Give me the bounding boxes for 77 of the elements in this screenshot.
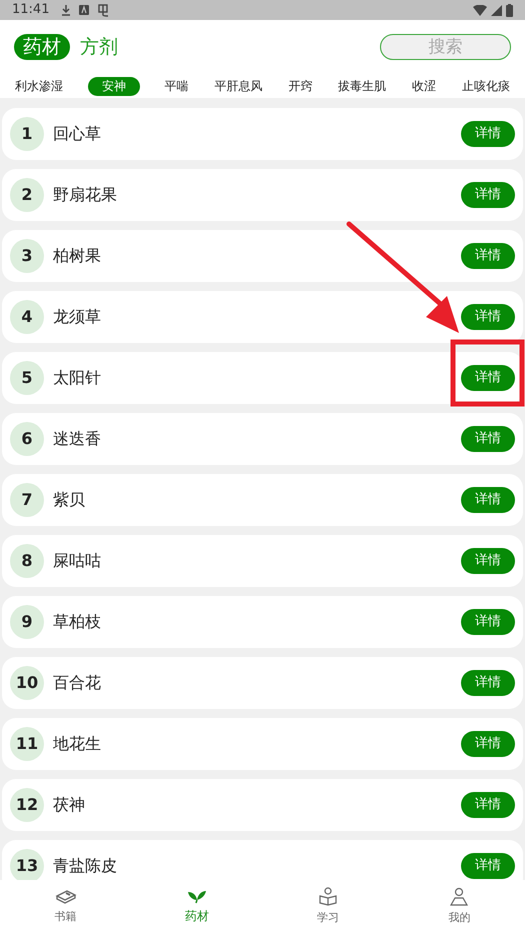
category-tab[interactable]: 止咳化痰	[460, 76, 511, 96]
wifi-icon	[473, 4, 487, 16]
category-tab[interactable]: 平喘	[164, 76, 190, 96]
category-tab[interactable]: 安神	[88, 76, 140, 96]
category-tab[interactable]: 利水渗湿	[14, 76, 64, 96]
herb-name: 紫贝	[53, 489, 85, 511]
nav-tab[interactable]: 药材	[131, 880, 262, 933]
details-button[interactable]: 详情	[461, 304, 515, 330]
nav-tab[interactable]: 学习	[262, 880, 394, 933]
bug-icon	[97, 4, 110, 16]
herb-card[interactable]: 2 野扇花果 详情	[2, 169, 523, 221]
herb-name: 屎咕咕	[53, 550, 101, 572]
signal-icon	[491, 4, 502, 16]
item-number: 13	[10, 849, 44, 880]
book-icon	[54, 888, 77, 906]
herb-card[interactable]: 10 百合花 详情	[2, 657, 523, 709]
category-tab[interactable]: 平肝息风	[214, 76, 264, 96]
herb-card[interactable]: 4 龙须草 详情	[2, 291, 523, 343]
leaf-icon	[186, 888, 207, 904]
herb-name: 百合花	[53, 672, 101, 694]
details-button[interactable]: 详情	[461, 487, 515, 513]
herb-name: 太阳针	[53, 367, 101, 389]
herb-name: 青盐陈皮	[53, 855, 117, 877]
item-number: 6	[10, 422, 44, 456]
item-number: 2	[10, 178, 44, 212]
details-button[interactable]: 详情	[461, 121, 515, 147]
item-number: 11	[10, 727, 44, 761]
herb-card[interactable]: 1 回心草 详情	[2, 108, 523, 160]
item-number: 1	[10, 117, 44, 151]
item-number: 7	[10, 483, 44, 517]
herb-name: 茯神	[53, 794, 85, 816]
herb-name: 回心草	[53, 123, 101, 145]
details-button[interactable]: 详情	[461, 182, 515, 208]
nav-tab[interactable]: 我的	[394, 880, 525, 933]
herb-name: 野扇花果	[53, 184, 117, 206]
details-button[interactable]: 详情	[461, 853, 515, 879]
item-number: 3	[10, 239, 44, 273]
item-number: 9	[10, 605, 44, 639]
details-button[interactable]: 详情	[461, 731, 515, 757]
item-number: 10	[10, 666, 44, 700]
mode-tab[interactable]: 方剂	[78, 34, 120, 60]
herb-name: 迷迭香	[53, 428, 101, 450]
details-button[interactable]: 详情	[461, 243, 515, 269]
details-button[interactable]: 详情	[461, 365, 515, 391]
battery-icon	[506, 4, 513, 16]
details-button[interactable]: 详情	[461, 426, 515, 452]
download-icon	[61, 4, 72, 16]
category-tab[interactable]: 收涩	[411, 76, 438, 96]
herb-card[interactable]: 9 草柏枝 详情	[2, 596, 523, 648]
herb-card[interactable]: 6 迷迭香 详情	[2, 413, 523, 465]
person-icon	[449, 886, 470, 907]
herb-card[interactable]: 11 地花生 详情	[2, 718, 523, 770]
herb-name: 龙须草	[53, 306, 101, 328]
details-button[interactable]: 详情	[461, 670, 515, 696]
herb-name: 草柏枝	[53, 611, 101, 633]
herb-name: 柏树果	[53, 245, 101, 267]
item-number: 8	[10, 544, 44, 578]
details-button[interactable]: 详情	[461, 548, 515, 574]
herb-card[interactable]: 12 茯神 详情	[2, 779, 523, 831]
nav-tab[interactable]: 书籍	[0, 880, 132, 933]
search-field[interactable]: 搜索	[380, 34, 511, 60]
details-button[interactable]: 详情	[461, 609, 515, 635]
item-number: 12	[10, 788, 44, 822]
item-number: 4	[10, 300, 44, 334]
category-tab[interactable]: 开窍	[287, 76, 314, 96]
reader-icon	[318, 886, 338, 907]
herb-card[interactable]: 7 紫贝 详情	[2, 474, 523, 526]
notification-icon	[79, 5, 90, 15]
category-tab[interactable]: 拔毒生肌	[337, 76, 388, 96]
details-button[interactable]: 详情	[461, 792, 515, 818]
herb-card[interactable]: 8 屎咕咕 详情	[2, 535, 523, 587]
status-time: 11:41	[12, 1, 50, 20]
herb-card[interactable]: 3 柏树果 详情	[2, 230, 523, 282]
herb-name: 地花生	[53, 733, 101, 755]
item-number: 5	[10, 361, 44, 395]
herb-card[interactable]: 13 青盐陈皮 详情	[2, 840, 523, 880]
mode-tab[interactable]: 药材	[14, 34, 70, 60]
